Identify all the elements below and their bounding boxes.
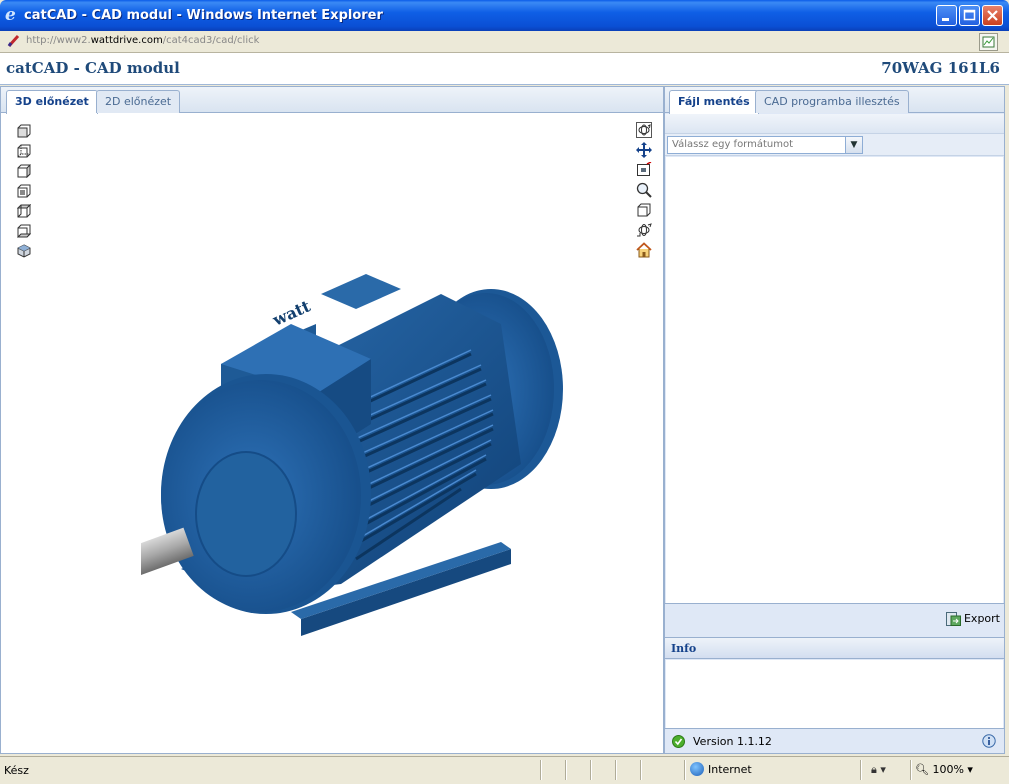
status-divider — [565, 760, 566, 780]
status-divider — [615, 760, 616, 780]
status-divider — [640, 760, 641, 780]
view-back-icon[interactable] — [17, 144, 31, 158]
tab-2d-preview[interactable]: 2D előnézet — [96, 90, 181, 113]
format-toolbar: Válassz egy formátumot ▼ — [665, 134, 1004, 156]
maximize-button[interactable] — [959, 5, 980, 26]
internet-explorer-icon: e — [5, 5, 16, 25]
preview-tabstrip: 3D előnézet 2D előnézet — [1, 87, 663, 114]
model-code: 70WAG 161L6 — [881, 59, 1000, 77]
view-left-icon[interactable] — [17, 164, 31, 178]
protected-mode-icon[interactable]: 🔒︎ ▾ — [871, 763, 886, 777]
pan-icon[interactable] — [636, 142, 652, 158]
status-divider — [860, 760, 861, 780]
version-text: Version 1.1.12 — [693, 735, 772, 748]
maximize-icon — [963, 9, 976, 21]
zoom-level[interactable]: 🔍︎ 100% ▾ — [915, 763, 973, 776]
format-select[interactable]: Válassz egy formátumot ▼ — [667, 136, 863, 154]
zoom-window-icon[interactable] — [636, 162, 652, 178]
window-title: catCAD - CAD modul - Windows Internet Ex… — [24, 8, 383, 23]
window-titlebar[interactable]: e catCAD - CAD modul - Windows Internet … — [0, 0, 1009, 31]
chevron-down-icon[interactable]: ▼ — [845, 137, 862, 153]
rotate-icon[interactable] — [636, 122, 652, 138]
3d-viewer[interactable]: watt — [1, 114, 663, 753]
close-button[interactable] — [982, 5, 1003, 26]
compatibility-button[interactable] — [979, 33, 998, 51]
export-toolbar: Export — [665, 603, 1004, 634]
minimize-button[interactable] — [936, 5, 957, 26]
home-icon[interactable] — [636, 242, 652, 258]
security-zone[interactable]: Internet — [690, 762, 752, 776]
fit-view-icon[interactable] — [636, 202, 652, 218]
view-iso-icon[interactable] — [17, 244, 31, 258]
export-icon — [945, 612, 961, 626]
globe-icon — [690, 762, 704, 776]
zoom-value: 100% — [932, 763, 964, 776]
address-bar[interactable]: http://www2.wattdrive.com/cat4cad3/cad/c… — [0, 31, 1009, 53]
status-divider — [910, 760, 911, 780]
url-prefix: http://www2. — [26, 35, 91, 46]
minimize-icon — [942, 18, 949, 21]
tab-file-save[interactable]: Fájl mentés — [669, 90, 759, 114]
status-divider — [540, 760, 541, 780]
url-path: /cat4cad3/cad/click — [162, 35, 260, 46]
format-select-placeholder: Válassz egy formátumot — [672, 139, 794, 150]
view-front-icon[interactable] — [17, 124, 31, 138]
info-header: Info — [665, 637, 1004, 659]
info-title: Info — [671, 642, 697, 655]
status-text: Kész — [4, 764, 29, 777]
preview-panel: 3D előnézet 2D előnézet watt — [0, 86, 664, 754]
address-url[interactable]: http://www2.wattdrive.com/cat4cad3/cad/c… — [26, 35, 259, 46]
view-bottom-icon[interactable] — [17, 224, 31, 238]
compatibility-icon — [982, 36, 995, 48]
reset-rotate-icon[interactable] — [636, 222, 652, 238]
export-panel: Fájl mentés CAD programba illesztés Vála… — [664, 86, 1005, 754]
status-divider — [590, 760, 591, 780]
zoom-icon[interactable] — [636, 182, 652, 198]
page-header: catCAD - CAD modul 70WAG 161L6 — [0, 53, 1009, 85]
panel-header-bar — [665, 114, 1004, 134]
zone-label: Internet — [708, 763, 752, 776]
export-tabstrip: Fájl mentés CAD programba illesztés — [665, 87, 1004, 114]
export-label: Export — [963, 612, 1000, 625]
page-icon — [7, 34, 20, 48]
info-content — [666, 660, 1003, 728]
tab-3d-preview[interactable]: 3D előnézet — [6, 90, 98, 114]
export-button[interactable]: Export — [944, 609, 1000, 629]
electric-motor-3d-model: watt — [141, 274, 563, 636]
view-right-icon[interactable] — [17, 184, 31, 198]
check-icon — [672, 735, 685, 748]
version-bar: Version 1.1.12 — [665, 728, 1004, 753]
tab-cad-integration[interactable]: CAD programba illesztés — [755, 90, 909, 113]
status-bar: Kész Internet 🔒︎ ▾ 🔍︎ 100% ▾ — [0, 756, 1009, 784]
url-host: wattdrive.com — [90, 35, 163, 46]
view-top-icon[interactable] — [17, 204, 31, 218]
close-icon — [987, 10, 998, 21]
info-icon[interactable] — [982, 734, 996, 748]
status-divider — [684, 760, 685, 780]
app-title: catCAD - CAD modul — [6, 59, 180, 77]
format-list-area — [666, 157, 1003, 603]
